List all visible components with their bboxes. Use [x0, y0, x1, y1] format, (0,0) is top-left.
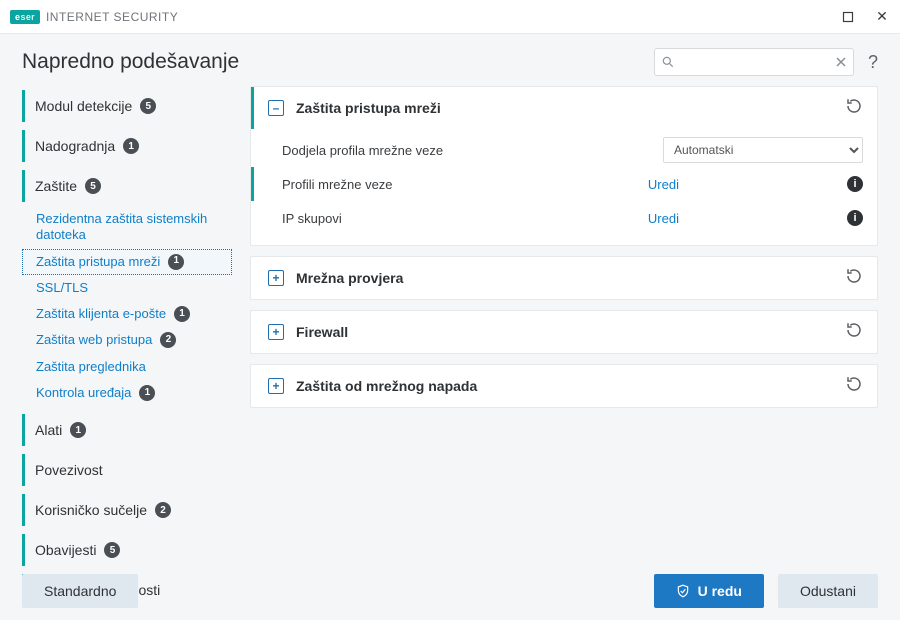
sidebar-sub-label: SSL/TLS	[36, 280, 88, 296]
sidebar-sub-device[interactable]: Kontrola uređaja 1	[22, 380, 232, 406]
search-icon	[661, 55, 675, 69]
reset-icon[interactable]	[845, 375, 863, 398]
row-profiles: Profili mrežne veze Uredi i	[251, 167, 863, 201]
panel-net-attack: + Zaštita od mrežnog napada	[250, 364, 878, 408]
sidebar-badge: 2	[160, 332, 176, 348]
sidebar-item-label: Modul detekcije	[35, 98, 132, 114]
brand-name: INTERNET SECURITY	[46, 10, 178, 24]
search-area: ?	[654, 48, 878, 76]
sidebar-sub-resident[interactable]: Rezidentna zaštita sistemskih datoteka	[22, 206, 212, 249]
brand: eser INTERNET SECURITY	[10, 10, 178, 24]
sidebar-badge: 5	[140, 98, 156, 114]
brand-badge-sub: ser	[21, 12, 35, 22]
sidebar-badge: 1	[139, 385, 155, 401]
sidebar-sub-label: Zaštita web pristupa	[36, 332, 152, 348]
panel-body-network-access: Dodjela profila mrežne veze Automatski P…	[251, 129, 877, 245]
search-box[interactable]	[654, 48, 854, 76]
row-profile-assign: Dodjela profila mrežne veze Automatski	[251, 133, 863, 167]
profiles-edit-link[interactable]: Uredi	[648, 177, 679, 192]
window-controls: ✕	[840, 9, 890, 25]
panel-header-network-access[interactable]: – Zaštita pristupa mreži	[251, 87, 877, 129]
sidebar-sub-network-access[interactable]: Zaštita pristupa mreži 1	[22, 249, 232, 275]
panel-header-firewall[interactable]: + Firewall	[251, 311, 877, 353]
sidebar-item-label: Zaštite	[35, 178, 77, 194]
window-close-icon[interactable]: ✕	[874, 9, 890, 25]
default-button[interactable]: Standardno	[22, 574, 138, 608]
panel-title: Zaštita pristupa mreži	[296, 100, 441, 116]
reset-icon[interactable]	[845, 97, 863, 120]
expand-icon: +	[268, 270, 284, 286]
page-title: Napredno podešavanje	[22, 50, 239, 74]
row-ip-sets: IP skupovi Uredi i	[251, 201, 863, 235]
sidebar-item-label: Povezivost	[35, 462, 103, 478]
sidebar-badge: 1	[174, 306, 190, 322]
shield-check-icon	[676, 584, 690, 598]
sidebar-sub-browser[interactable]: Zaštita preglednika	[22, 354, 232, 380]
sidebar-sub-email[interactable]: Zaštita klijenta e-pošte 1	[22, 301, 232, 327]
profile-assign-select[interactable]: Automatski	[663, 137, 863, 163]
sidebar-sub-label: Zaštita pristupa mreži	[36, 254, 160, 270]
collapse-icon: –	[268, 100, 284, 116]
reset-icon[interactable]	[845, 267, 863, 290]
ok-button[interactable]: U redu	[654, 574, 764, 608]
sidebar-item-ui[interactable]: Korisničko sučelje 2	[22, 494, 232, 526]
sidebar-sub-label: Zaštita preglednika	[36, 359, 146, 375]
sidebar-item-label: Alati	[35, 422, 62, 438]
sidebar-sub-label: Zaštita klijenta e-pošte	[36, 306, 166, 322]
footer: Standardno U redu Odustani	[0, 562, 900, 620]
cancel-button[interactable]: Odustani	[778, 574, 878, 608]
sidebar-item-connectivity[interactable]: Povezivost	[22, 454, 232, 486]
search-input[interactable]	[675, 54, 835, 70]
expand-icon: +	[268, 378, 284, 394]
sidebar-sub-label: Kontrola uređaja	[36, 385, 131, 401]
sidebar-badge: 5	[85, 178, 101, 194]
sidebar-badge: 1	[70, 422, 86, 438]
window-maximize-icon[interactable]	[840, 9, 856, 25]
row-label: IP skupovi	[282, 211, 602, 226]
panel-header-net-attack[interactable]: + Zaštita od mrežnog napada	[251, 365, 877, 407]
sidebar-badge: 1	[168, 254, 184, 270]
sidebar-badge: 5	[104, 542, 120, 558]
header: Napredno podešavanje ?	[0, 34, 900, 86]
row-label: Dodjela profila mrežne veze	[282, 143, 602, 158]
sidebar-badge: 2	[155, 502, 171, 518]
sidebar-item-label: Obavijesti	[35, 542, 96, 558]
panel-network-check: + Mrežna provjera	[250, 256, 878, 300]
body: Modul detekcije 5 Nadogradnja 1 Zaštite …	[0, 86, 900, 580]
info-icon[interactable]: i	[847, 210, 863, 226]
info-icon[interactable]: i	[847, 176, 863, 192]
sidebar-sub-ssl[interactable]: SSL/TLS	[22, 275, 232, 301]
sidebar-item-protections[interactable]: Zaštite 5	[22, 170, 232, 202]
panel-header-network-check[interactable]: + Mrežna provjera	[251, 257, 877, 299]
titlebar: eser INTERNET SECURITY ✕	[0, 0, 900, 34]
panel-firewall: + Firewall	[250, 310, 878, 354]
sidebar-item-update[interactable]: Nadogradnja 1	[22, 130, 232, 162]
sidebar-sub-label: Rezidentna zaštita sistemskih datoteka	[36, 211, 211, 244]
ipsets-edit-link[interactable]: Uredi	[648, 211, 679, 226]
sidebar-sub-web[interactable]: Zaštita web pristupa 2	[22, 327, 232, 353]
reset-icon[interactable]	[845, 321, 863, 344]
panel-network-access: – Zaštita pristupa mreži Dodjela profila…	[250, 86, 878, 246]
panel-title: Mrežna provjera	[296, 270, 403, 286]
help-icon[interactable]: ?	[868, 52, 878, 73]
content: – Zaštita pristupa mreži Dodjela profila…	[232, 86, 878, 580]
sidebar-badge: 1	[123, 138, 139, 154]
sidebar-item-label: Nadogradnja	[35, 138, 115, 154]
row-label: Profili mrežne veze	[282, 177, 602, 192]
sidebar-subtree-protections: Rezidentna zaštita sistemskih datoteka Z…	[22, 206, 232, 406]
sidebar-item-tools[interactable]: Alati 1	[22, 414, 232, 446]
sidebar-item-label: Korisničko sučelje	[35, 502, 147, 518]
cancel-button-label: Odustani	[800, 583, 856, 599]
sidebar: Modul detekcije 5 Nadogradnja 1 Zaštite …	[22, 86, 232, 580]
panel-title: Firewall	[296, 324, 348, 340]
panel-title: Zaštita od mrežnog napada	[296, 378, 477, 394]
sidebar-item-detection[interactable]: Modul detekcije 5	[22, 90, 232, 122]
ok-button-label: U redu	[698, 583, 742, 599]
expand-icon: +	[268, 324, 284, 340]
brand-badge: eser	[10, 10, 40, 24]
search-clear-icon[interactable]	[835, 56, 847, 68]
default-button-label: Standardno	[44, 583, 116, 599]
